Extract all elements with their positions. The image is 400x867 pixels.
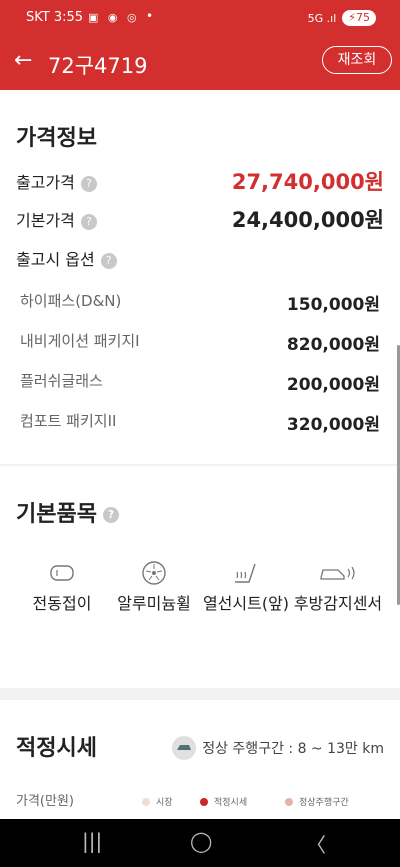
price-info-card: 가격정보 출고가격? 27,740,000원 기본가격? 24,400,000원… (0, 90, 400, 464)
help-icon[interactable]: ? (100, 252, 117, 269)
side-mirror-icon (50, 565, 74, 581)
recent-apps-icon[interactable]: ||| (82, 829, 102, 853)
base-price-value: 24,400,000원 (231, 208, 384, 232)
feature-label: 열선시트(앞) (202, 594, 290, 613)
option-value: 320,000원 (286, 415, 380, 435)
feature-item: 알루미늄휠 (106, 560, 202, 616)
system-nav-bar: ||| ◯ 〈 (0, 819, 400, 867)
mileage-range: 정상 주행구간 : 8 ~ 13만 km (172, 736, 384, 760)
release-price-row: 출고가격? 27,740,000원 (16, 166, 384, 196)
options-label-row: 출고시 옵션? (16, 246, 384, 270)
feature-item: 후방감지센서 (290, 560, 386, 616)
basic-items-heading: 기본품목? (16, 496, 119, 528)
battery-level: 75 (356, 11, 370, 24)
wheel-icon (142, 561, 166, 585)
price-info-heading: 가격정보 (16, 126, 97, 151)
fair-price-heading: 적정시세 (16, 736, 97, 761)
option-label: 하이패스(D&N) (20, 292, 122, 310)
car-badge-icon (172, 736, 197, 760)
reload-button[interactable]: 재조회 (322, 46, 392, 74)
feature-label: 후방감지센서 (293, 594, 383, 613)
release-price-value: 27,740,000원 (231, 170, 384, 194)
status-right: 5G .ıl ⚡75 (308, 10, 376, 26)
options-label: 출고시 옵션 (16, 250, 95, 269)
home-icon[interactable]: ◯ (190, 829, 212, 853)
status-bar: SKT 3:55 ▣ ◉ ◎ • 5G .ıl ⚡75 (0, 0, 400, 36)
option-value: 200,000원 (286, 375, 380, 395)
status-time: SKT 3:55 (26, 10, 84, 25)
chart-ylabel: 가격(만원) (16, 794, 74, 809)
option-label: 플러쉬글래스 (20, 372, 103, 390)
back-nav-icon[interactable]: 〈 (306, 829, 326, 858)
heated-seat-icon (235, 563, 256, 583)
option-label: 컴포트 패키지II (20, 412, 117, 430)
legend-item: 적정시세 (200, 795, 247, 808)
rear-sensor-icon (320, 566, 355, 580)
battery-icon: ⚡75 (342, 10, 376, 26)
option-row: 컴포트 패키지II 320,000원 (20, 410, 380, 435)
release-price-label: 출고가격 (16, 173, 75, 192)
main-content[interactable]: 가격정보 출고가격? 27,740,000원 기본가격? 24,400,000원… (0, 90, 400, 819)
legend-dot (142, 797, 150, 806)
option-label: 내비게이션 패키지I (20, 332, 140, 350)
option-value: 820,000원 (286, 335, 380, 355)
option-value: 150,000원 (286, 295, 380, 315)
legend-item: 정상주행구간 (285, 795, 349, 808)
option-row: 내비게이션 패키지I 820,000원 (20, 330, 380, 355)
app-bar: ← 72구4719 재조회 (0, 36, 400, 90)
legend-item: 시장 (142, 795, 173, 808)
page-title: 72구4719 (48, 54, 148, 78)
status-notification-icons: ▣ ◉ ◎ (88, 11, 140, 24)
signal-icon: 5G .ıl (307, 11, 337, 25)
feature-label: 알루미늄휠 (117, 594, 191, 613)
help-icon[interactable]: ? (80, 175, 97, 192)
legend-dot (200, 797, 208, 806)
feature-item: 열선시트(앞) (198, 560, 294, 616)
legend-dot (285, 797, 293, 806)
mileage-range-text: 정상 주행구간 : 8 ~ 13만 km (202, 741, 384, 757)
back-arrow-icon[interactable]: ← (14, 48, 32, 73)
base-price-row: 기본가격? 24,400,000원 (16, 204, 384, 234)
status-dot: • (146, 9, 154, 23)
option-row: 플러쉬글래스 200,000원 (20, 370, 380, 395)
option-row: 하이패스(D&N) 150,000원 (20, 290, 380, 315)
help-icon[interactable]: ? (102, 507, 119, 523)
feature-item: 전동접이 (14, 560, 110, 616)
base-price-label: 기본가격 (16, 211, 75, 230)
help-icon[interactable]: ? (80, 213, 97, 230)
feature-label: 전동접이 (32, 594, 92, 613)
